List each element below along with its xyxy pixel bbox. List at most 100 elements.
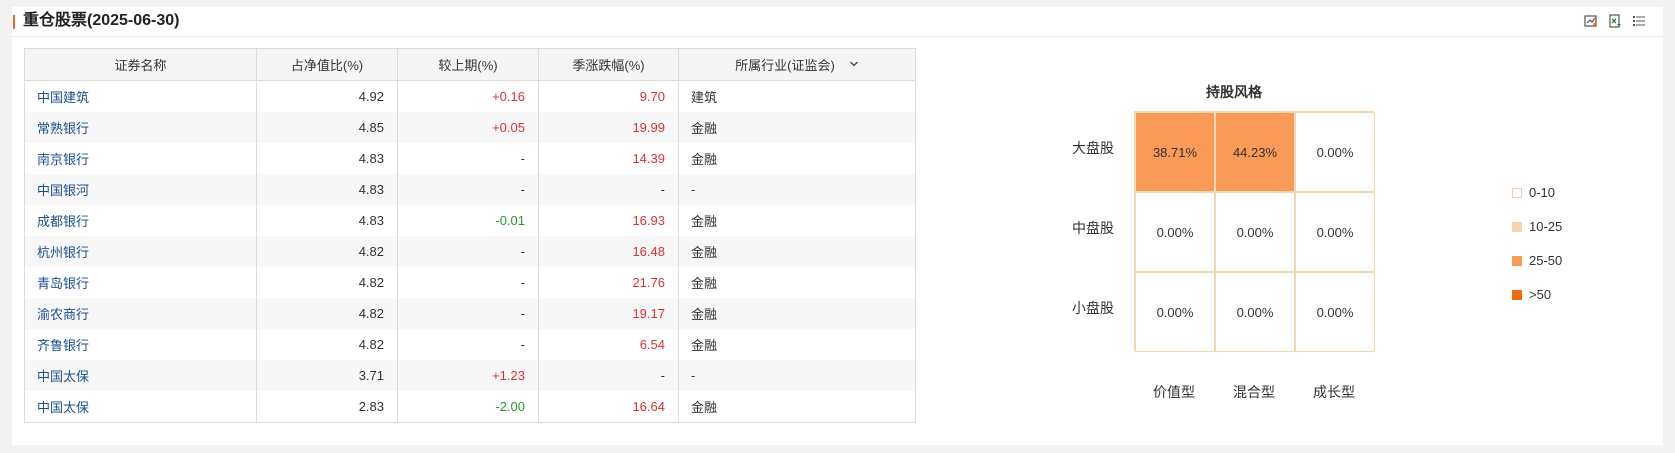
col-header-change[interactable]: 较上期(%) [397,48,539,81]
legend-swatch [1512,289,1522,300]
quarter-return-cell: 19.17 [538,298,679,329]
col-header-nav-ratio[interactable]: 占净值比(%) [256,48,398,81]
nav-ratio-cell: 4.82 [256,236,398,267]
table-row[interactable]: 中国太保 3.71 +1.23- - [24,360,916,391]
style-cell: 0.00% [1295,112,1375,192]
legend-item: >50 [1512,287,1551,302]
stock-name-link[interactable]: 渝农商行 [24,298,257,329]
table-row[interactable]: 成都银行 4.83 -0.01 16.93 金融 [24,205,916,236]
table-row[interactable]: 齐鲁银行 4.82-6.54 金融 [24,329,916,360]
row-label-large: 大盘股 [1072,140,1114,156]
change-cell: - [397,267,539,298]
industry-cell: 金融 [678,329,916,360]
compare-chart-icon[interactable] [1583,13,1599,29]
industry-cell: 金融 [678,236,916,267]
change-cell: - [397,298,539,329]
chevron-down-icon[interactable] [849,57,859,72]
industry-cell: 金融 [678,143,916,174]
style-cell: 0.00% [1215,272,1295,352]
table-row[interactable]: 中国建筑 4.92 +0.16 9.70 建筑 [24,80,916,112]
quarter-return-cell: 6.54 [538,329,679,360]
table-row[interactable]: 南京银行 4.83-14.39 金融 [24,143,916,174]
quarter-return-cell: 16.48 [538,236,679,267]
col-header-industry[interactable]: 所属行业(证监会) [678,48,916,81]
col-header-quarter-return[interactable]: 季涨跌幅(%) [538,48,679,81]
legend-swatch [1512,255,1522,266]
quarter-return-cell: - [538,174,679,205]
change-cell: +0.16 [397,80,539,112]
nav-ratio-cell: 4.82 [256,298,398,329]
legend-swatch [1512,187,1522,198]
panel-title: 重仓股票(2025-06-30) [23,12,180,29]
stock-name-link[interactable]: 成都银行 [24,205,257,236]
change-cell: - [397,236,539,267]
legend-item: 10-25 [1512,219,1562,234]
legend-label: 25-50 [1529,253,1563,268]
quarter-return-cell: 21.76 [538,267,679,298]
legend-item: 25-50 [1512,253,1562,268]
legend-item: 0-10 [1512,185,1555,200]
row-label-small: 小盘股 [1072,300,1114,316]
change-cell: +1.23 [397,360,539,391]
title-accent-bar [13,15,15,29]
table-header-row: 证券名称 占净值比(%) 较上期(%) 季涨跌幅(%) 所属行业(证监会) [24,48,916,81]
industry-cell: - [678,360,916,391]
industry-cell: - [678,174,916,205]
table-row[interactable]: 杭州银行 4.82-16.48 金融 [24,236,916,267]
nav-ratio-cell: 4.85 [256,112,398,143]
list-menu-icon[interactable] [1631,13,1647,29]
quarter-return-cell: 14.39 [538,143,679,174]
nav-ratio-cell: 4.83 [256,174,398,205]
table-row[interactable]: 青岛银行 4.82-21.76 金融 [24,267,916,298]
industry-cell: 金融 [678,112,916,143]
stock-name-link[interactable]: 杭州银行 [24,236,257,267]
style-cell: 0.00% [1295,192,1375,272]
export-excel-icon[interactable] [1607,13,1623,29]
table-row[interactable]: 常熟银行 4.85 +0.05 19.99 金融 [24,112,916,143]
quarter-return-cell: 16.93 [538,205,679,236]
nav-ratio-cell: 3.71 [256,360,398,391]
industry-cell: 建筑 [678,80,916,112]
quarter-return-cell: 9.70 [538,80,679,112]
stock-name-link[interactable]: 齐鲁银行 [24,329,257,360]
style-cell: 44.23% [1215,112,1295,192]
legend-swatch [1512,221,1522,232]
stock-name-link[interactable]: 常熟银行 [24,112,257,143]
table-row[interactable]: 中国银河 4.83- - - [24,174,916,205]
stock-name-link[interactable]: 中国银河 [24,174,257,205]
industry-cell: 金融 [678,205,916,236]
industry-cell: 金融 [678,391,916,423]
legend-label: >50 [1529,287,1552,302]
style-cell: 0.00% [1295,272,1375,352]
nav-ratio-cell: 2.83 [256,391,398,423]
style-cell: 0.00% [1135,272,1215,352]
change-cell: - [397,143,539,174]
panel-header: 重仓股票(2025-06-30) [12,7,1663,37]
nav-ratio-cell: 4.82 [256,329,398,360]
change-cell: - [397,329,539,360]
table-row[interactable]: 中国太保 2.83 -2.00 16.64 金融 [24,391,916,423]
nav-ratio-cell: 4.92 [256,80,398,112]
change-cell: -0.01 [397,205,539,236]
table-row[interactable]: 渝农商行 4.82-19.17 金融 [24,298,916,329]
style-cell: 0.00% [1135,192,1215,272]
industry-header-label: 所属行业(证监会) [735,58,835,73]
stock-name-link[interactable]: 中国太保 [24,391,257,423]
header-toolbar [1583,13,1647,29]
nav-ratio-cell: 4.83 [256,143,398,174]
legend-label: 0-10 [1529,185,1556,200]
stock-name-link[interactable]: 中国建筑 [24,80,257,112]
row-label-mid: 中盘股 [1072,220,1114,236]
change-cell: +0.05 [397,112,539,143]
col-header-name[interactable]: 证券名称 [24,48,257,81]
style-matrix: 38.71% 44.23% 0.00% 0.00% 0.00% 0.00% 0.00% 0.0… [1134,111,1375,352]
stock-name-link[interactable]: 中国太保 [24,360,257,391]
style-box-title: 持股风格 [1206,84,1262,100]
col-label-value: 价值型 [1153,384,1195,400]
nav-ratio-cell: 4.83 [256,205,398,236]
legend-label: 10-25 [1529,219,1563,234]
stock-name-link[interactable]: 南京银行 [24,143,257,174]
quarter-return-cell: 19.99 [538,112,679,143]
stock-name-link[interactable]: 青岛银行 [24,267,257,298]
change-cell: - [397,174,539,205]
